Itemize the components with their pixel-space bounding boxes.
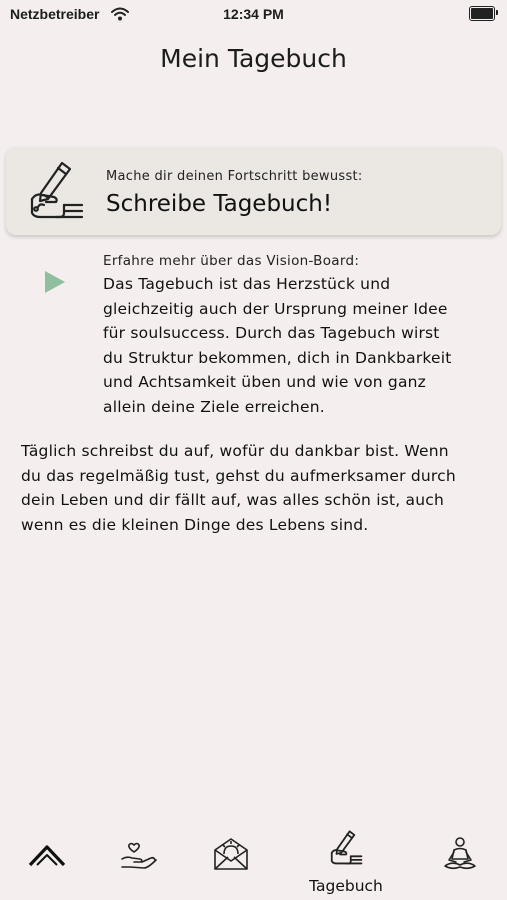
envelope-sun-icon [214,838,248,870]
tab-meditation[interactable] [430,815,490,900]
chevron-up-icon [28,845,66,867]
card-subtitle: Mache dir deinen Fortschritt bewusst: [106,169,363,184]
clock: 12:34 PM [223,6,284,22]
paragraph-line: Täglich schreibst du auf, wofür du dankb… [21,442,449,460]
info-text: Das Tagebuch ist das Herzstück und gleic… [103,272,483,419]
heart-hand-icon [121,842,157,869]
info-line: allein deine Ziele erreichen. [103,397,325,416]
info-line: Das Tagebuch ist das Herzstück und [103,275,391,293]
tab-tagebuch[interactable]: Tagebuch [300,815,392,900]
tab-vision-board[interactable] [201,815,261,900]
info-subtitle: Erfahre mehr über das Vision-Board: [103,253,360,269]
tab-bar: Tagebuch [0,815,507,900]
info-line: und Achtsamkeit üben und wie von ganz [103,373,427,391]
meditation-icon [444,837,476,870]
writing-hand-icon [24,159,88,223]
tab-home[interactable] [17,815,77,900]
play-icon[interactable] [44,270,66,298]
page-title: Mein Tagebuch [160,44,347,73]
writing-hand-icon [330,830,363,865]
info-line: du Struktur bekommen, dich in Dankbarkei… [103,348,452,367]
paragraph-line: dein Leben und dir fällt auf, was alles … [21,491,444,509]
paragraph-line: du das regelmäßig tust, gehst du aufmerk… [21,466,456,485]
info-line: für soulsuccess. Durch das Tagebuch wirs… [103,324,440,342]
description-paragraph: Täglich schreibst du auf, wofür du dankb… [21,439,491,537]
info-line: gleichzeitig auch der Ursprung meiner Id… [103,299,448,318]
status-bar: Netzbetreiber 12:34 PM [0,0,507,30]
tab-gratitude[interactable] [109,815,169,900]
battery-icon [469,6,498,21]
tab-label: Tagebuch [309,877,383,895]
journal-card-button[interactable]: Mache dir deinen Fortschritt bewusst: Sc… [6,147,501,235]
card-title: Schreibe Tagebuch! [106,191,333,217]
paragraph-line: wenn es die kleinen Dinge des Lebens sin… [21,515,369,534]
